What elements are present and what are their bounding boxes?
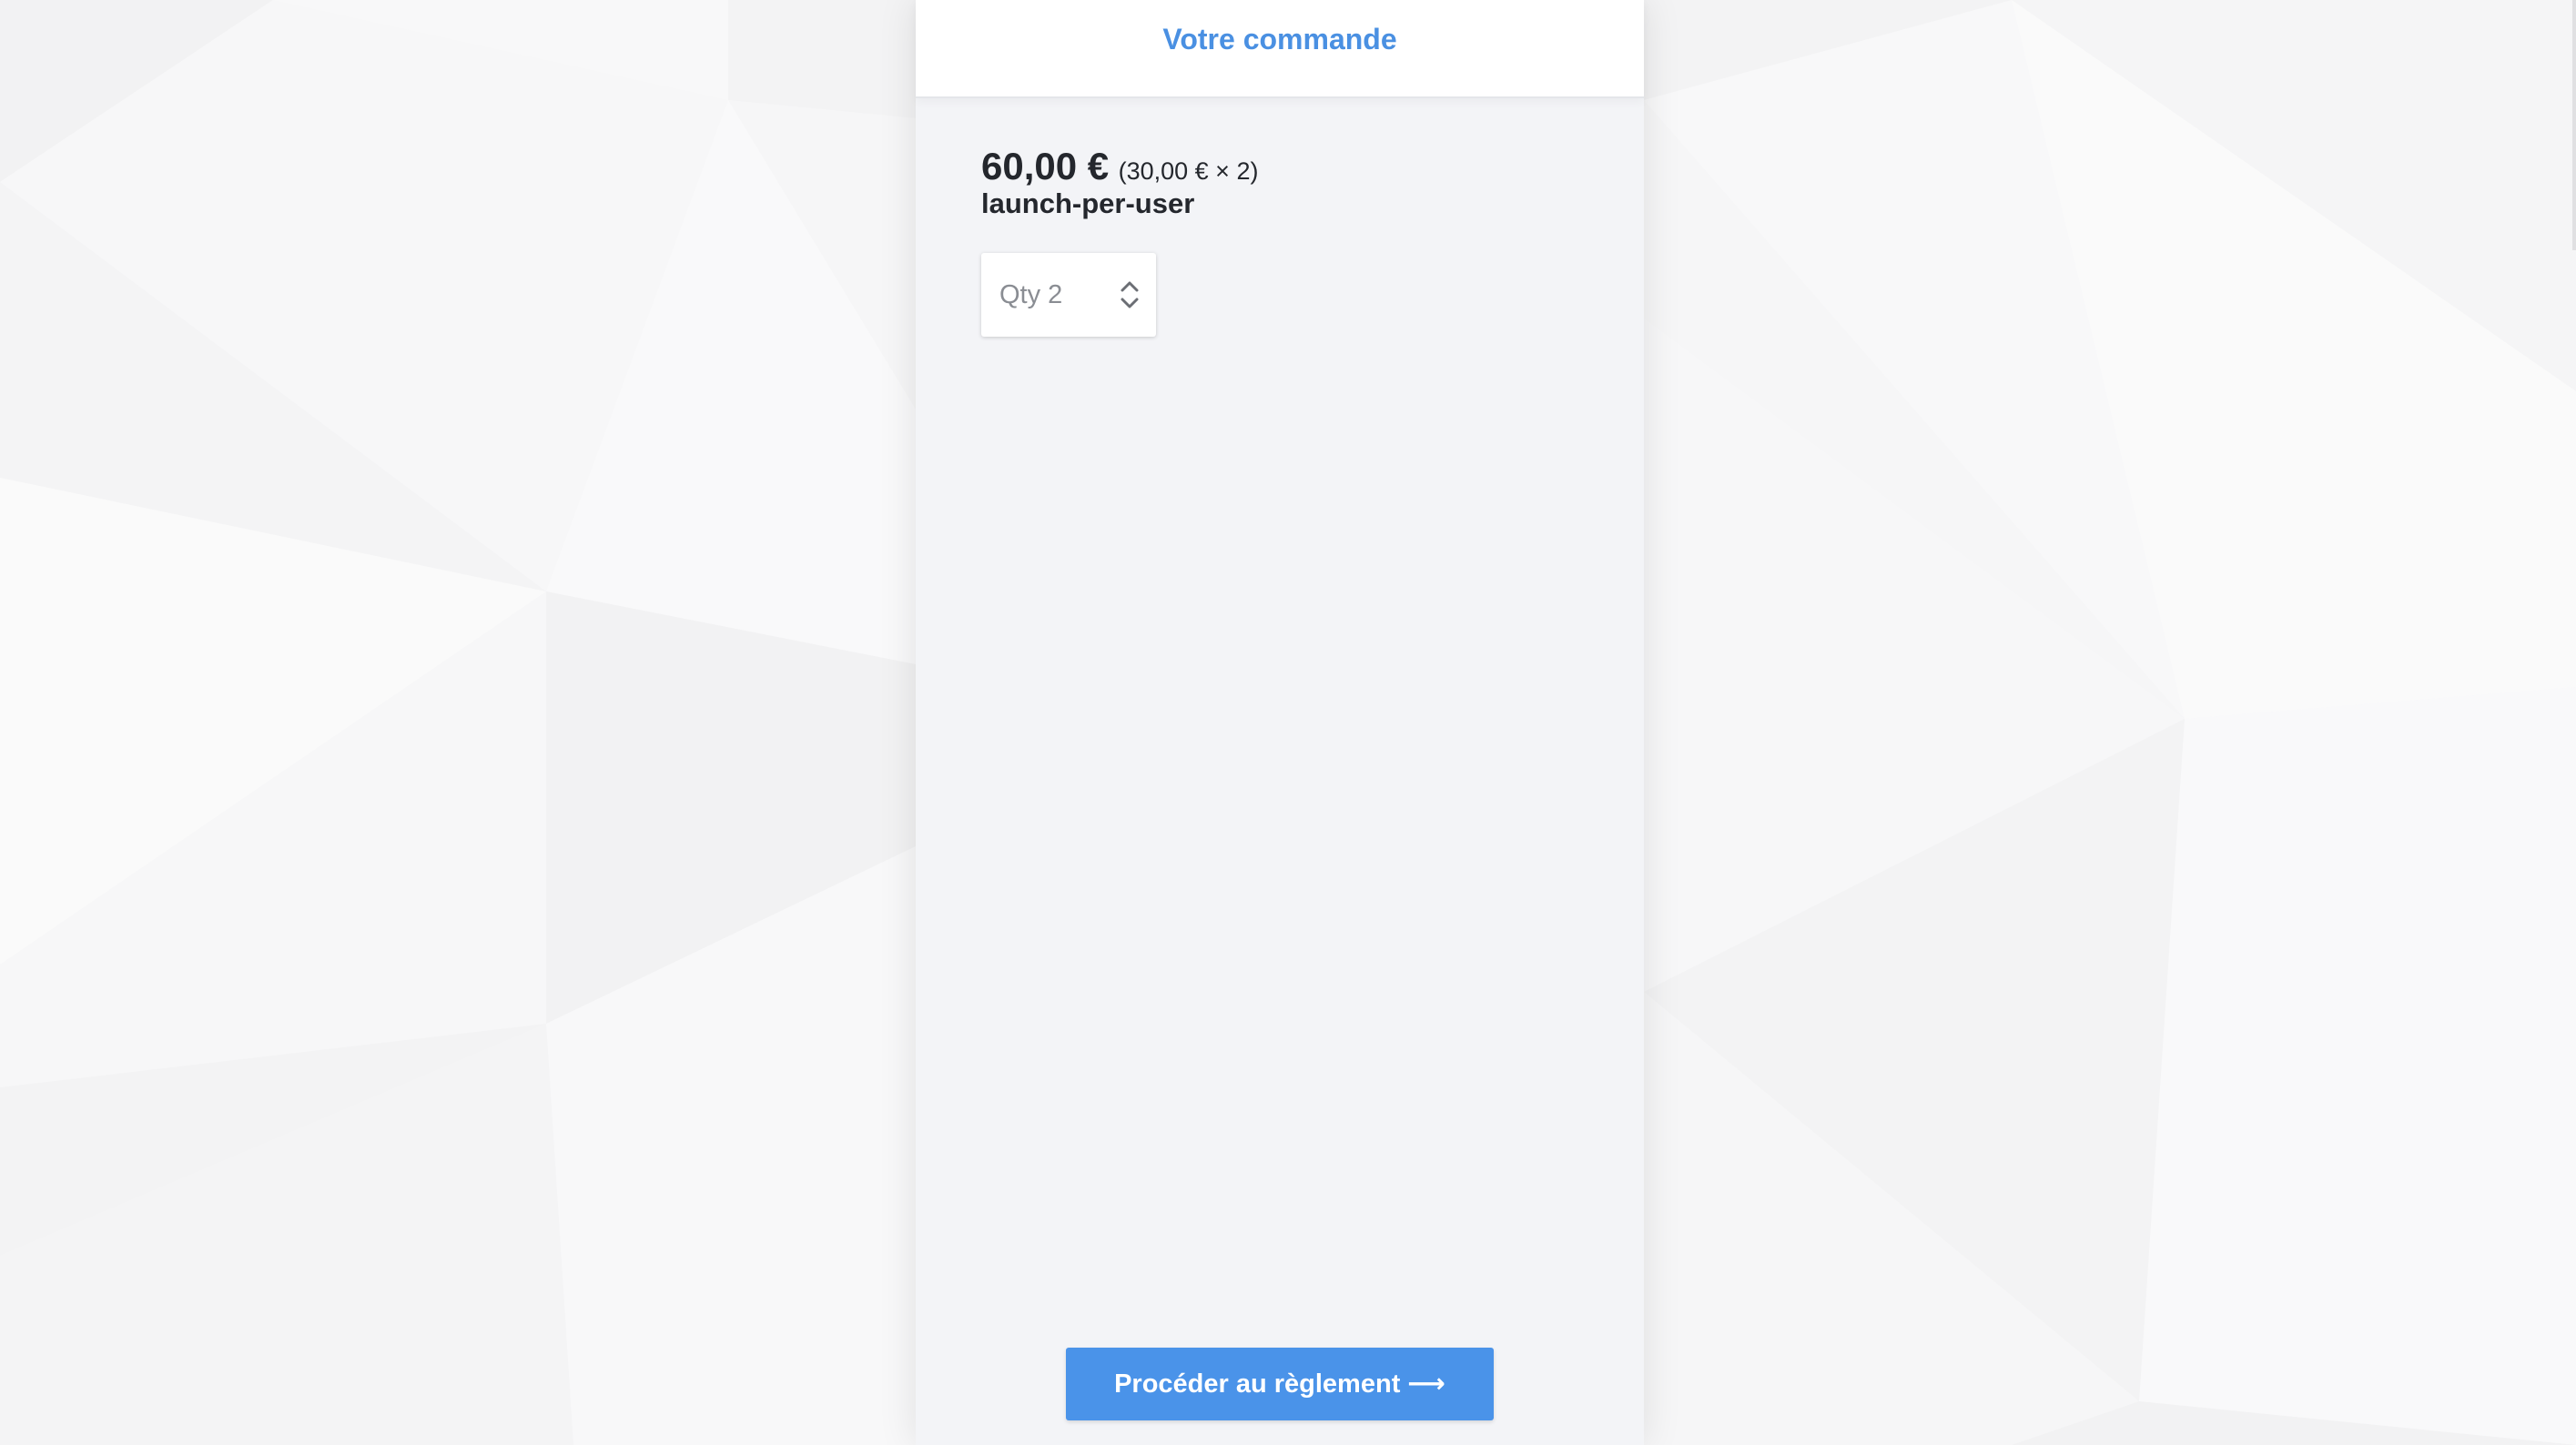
long-arrow-right-icon: ⟶ <box>1407 1369 1445 1399</box>
checkout-button-label: Procéder au règlement <box>1114 1369 1401 1399</box>
order-header: Votre commande <box>916 0 1644 98</box>
total-price: 60,00 € <box>981 145 1110 187</box>
chevron-up-down-icon[interactable] <box>1118 277 1141 313</box>
checkout-button[interactable]: Procéder au règlement ⟶ <box>1066 1348 1494 1420</box>
quantity-label: Qty 2 <box>999 280 1063 309</box>
page-title: Votre commande <box>1162 23 1397 56</box>
price-breakdown: (30,00 € × 2) <box>1118 157 1259 185</box>
order-panel: Votre commande 60,00 € (30,00 € × 2) lau… <box>916 0 1644 1445</box>
product-name: launch-per-user <box>981 187 1195 219</box>
quantity-stepper[interactable]: Qty 2 <box>981 253 1156 337</box>
